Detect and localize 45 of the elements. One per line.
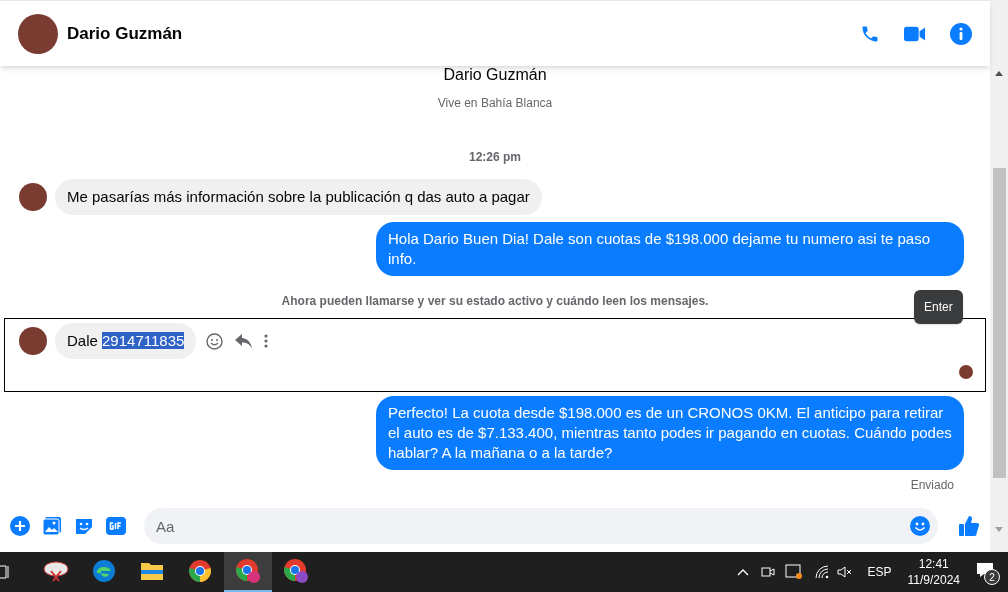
incoming-message: Me pasarías más información sobre la publicación q das auto a pagar [55, 179, 542, 215]
plus-icon[interactable] [10, 516, 30, 536]
info-icon[interactable] [950, 22, 972, 45]
wifi-icon[interactable] [815, 565, 830, 579]
avatar[interactable] [18, 13, 58, 54]
time: 12:41 [918, 556, 949, 572]
chrome-profile-icon[interactable] [283, 558, 309, 584]
contact-name[interactable]: Dario Guzmán [67, 20, 183, 47]
date: 11/9/2024 [907, 572, 960, 588]
image-icon[interactable] [42, 516, 62, 536]
outgoing-message: Perfecto! La cuota desde $198.000 es de un CRONOS 0KM. El anticipo para retirar el auto es de $7.133.400, mientras tanto podes ir pagando en cuotas. Cuándo podes hablar? A la mañana o a la tarde? [376, 396, 964, 470]
profile-name: Dario Guzmán [443, 66, 547, 84]
chrome-icon[interactable] [188, 559, 212, 583]
avatar[interactable] [19, 327, 47, 355]
browser-icon[interactable] [92, 559, 116, 583]
muted-speaker-icon[interactable] [837, 565, 854, 579]
scissors-icon[interactable] [43, 559, 69, 583]
emoji-icon[interactable] [910, 516, 930, 536]
emoji-icon[interactable] [206, 332, 224, 350]
reply-icon[interactable] [235, 333, 253, 349]
language-indicator[interactable]: ESP [867, 563, 892, 581]
avatar[interactable] [19, 183, 47, 211]
delivery-status: Enviado [910, 477, 954, 494]
task-view-icon[interactable] [0, 564, 10, 580]
folder-icon[interactable] [140, 561, 164, 581]
video-camera-icon[interactable] [904, 24, 926, 43]
chrome-profile-icon[interactable] [235, 558, 261, 584]
profile-location: Vive en Bahía Blanca [437, 95, 553, 112]
notification-count: 2 [984, 569, 1000, 585]
notification-center[interactable]: 2 [976, 560, 1000, 584]
scroll-up-arrow-icon[interactable] [995, 71, 1003, 76]
outgoing-message: Hola Dario Buen Dia! Dale son cuotas de $198.000 dejame tu numero asi te paso info. [376, 222, 964, 276]
tooltip: Enter [914, 290, 963, 324]
system-notice: Ahora pueden llamarse y ver su estado activo y cuándo leen los mensajes. [281, 293, 709, 310]
more-options-icon[interactable] [264, 334, 269, 348]
chevron-up-icon[interactable] [737, 568, 750, 576]
clock[interactable]: 12:41 11/9/2024 [907, 556, 960, 588]
thumbs-up-icon[interactable] [958, 515, 980, 537]
scrollbar-thumb[interactable] [992, 168, 1006, 478]
incoming-message: Dale 2914711835 [55, 323, 197, 359]
timestamp: 12:26 pm [469, 149, 521, 166]
camera-icon[interactable] [761, 564, 776, 580]
sticker-icon[interactable] [74, 516, 94, 536]
gif-icon[interactable] [106, 516, 126, 536]
message-input[interactable]: Aa [144, 508, 938, 544]
